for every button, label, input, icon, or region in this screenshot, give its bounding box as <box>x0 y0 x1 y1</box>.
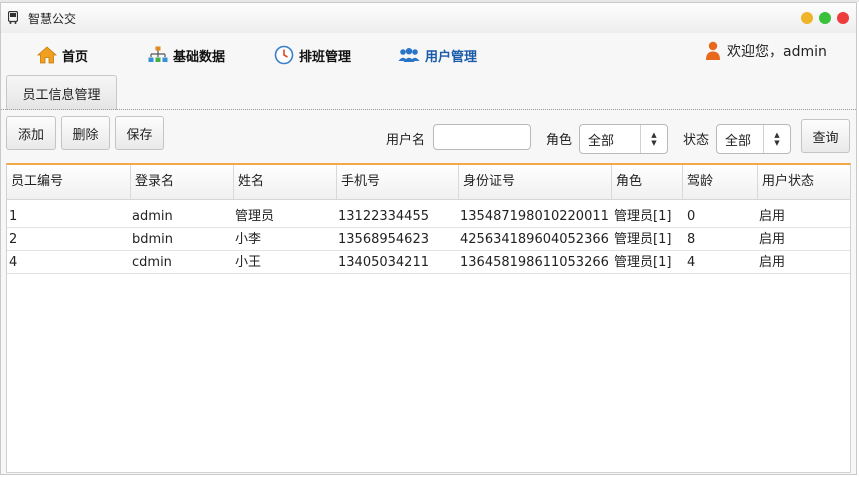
status-select[interactable]: 全部 ▲ ▼ <box>716 124 791 154</box>
title-bar[interactable]: 智慧公交 <box>1 3 856 33</box>
nav-shift-management-label: 排班管理 <box>299 49 352 65</box>
cell-phone: 13568954623 <box>338 232 429 247</box>
cell-phone: 13405034211 <box>338 255 429 270</box>
query-button[interactable]: 查询 <box>801 119 850 153</box>
cell-role: 管理员[1] <box>614 255 672 270</box>
welcome-text: 欢迎您，admin <box>727 44 827 60</box>
maximize-button[interactable] <box>819 12 831 24</box>
minimize-button[interactable] <box>801 12 813 24</box>
cell-employee-id: 1 <box>9 209 18 224</box>
status-label: 状态 <box>683 133 710 148</box>
cell-phone: 13122334455 <box>338 209 429 224</box>
nav-home-label: 首页 <box>62 49 89 65</box>
cell-name: 管理员 <box>235 209 275 224</box>
column-header-role[interactable]: 角色 <box>611 165 682 199</box>
tab-employee-info[interactable]: 员工信息管理 <box>6 75 117 110</box>
table-header: 员工编号 登录名 姓名 手机号 身份证号 角色 驾龄 用户状态 <box>7 165 850 200</box>
role-label: 角色 <box>546 133 573 148</box>
updown-arrow-icon: ▲ ▼ <box>763 125 790 153</box>
cell-driving-years: 8 <box>687 232 696 247</box>
nav-shift-management[interactable]: 排班管理 <box>274 44 351 66</box>
cell-driving-years: 4 <box>687 255 696 270</box>
app-window: 智慧公交 首页 基础数据 排班管理 用户管理 欢迎您，admin 员工信息管理 … <box>0 2 857 475</box>
delete-button[interactable]: 删除 <box>61 116 110 150</box>
window-title: 智慧公交 <box>28 12 77 26</box>
cell-role: 管理员[1] <box>614 232 672 247</box>
cell-name: 小李 <box>235 232 262 247</box>
column-header-user-status[interactable]: 用户状态 <box>757 165 850 199</box>
cell-id-number: 425634189604052366 <box>460 232 609 247</box>
hierarchy-icon <box>148 46 168 62</box>
add-button[interactable]: 添加 <box>6 116 56 150</box>
cell-login-name: bdmin <box>132 232 174 247</box>
close-button[interactable] <box>837 12 849 24</box>
nav-basic-data[interactable]: 基础数据 <box>148 44 225 66</box>
cell-employee-id: 4 <box>9 255 18 270</box>
cell-id-number: 135487198010220011 <box>460 209 609 224</box>
nav-user-management-label: 用户管理 <box>425 49 478 65</box>
table-row[interactable]: 1 admin 管理员 13122334455 1354871980102200… <box>7 205 850 228</box>
save-button[interactable]: 保存 <box>115 116 164 150</box>
home-icon <box>37 46 57 64</box>
column-header-phone[interactable]: 手机号 <box>336 165 458 199</box>
cell-driving-years: 0 <box>687 209 696 224</box>
nav-user-management[interactable]: 用户管理 <box>398 44 477 66</box>
column-header-employee-id[interactable]: 员工编号 <box>7 165 130 199</box>
column-header-driving-years[interactable]: 驾龄 <box>682 165 757 199</box>
user-icon <box>706 41 720 60</box>
cell-role: 管理员[1] <box>614 209 672 224</box>
cell-user-status: 启用 <box>759 255 786 270</box>
tab-divider <box>1 109 856 110</box>
cell-login-name: admin <box>132 209 173 224</box>
column-header-id-number[interactable]: 身份证号 <box>458 165 611 199</box>
bus-icon <box>8 11 18 24</box>
status-select-value: 全部 <box>725 133 752 149</box>
employee-table: 员工编号 登录名 姓名 手机号 身份证号 角色 驾龄 用户状态 1 admin … <box>6 163 851 473</box>
users-icon <box>398 48 420 62</box>
clock-icon <box>274 45 294 65</box>
role-select[interactable]: 全部 ▲ ▼ <box>579 124 668 154</box>
cell-id-number: 136458198611053266 <box>460 255 609 270</box>
cell-name: 小王 <box>235 255 262 270</box>
nav-home[interactable]: 首页 <box>37 44 88 66</box>
role-select-value: 全部 <box>588 133 615 149</box>
column-header-name[interactable]: 姓名 <box>233 165 336 199</box>
updown-arrow-icon: ▲ ▼ <box>640 125 667 153</box>
username-label: 用户名 <box>386 133 426 148</box>
cell-login-name: cdmin <box>132 255 172 270</box>
table-row[interactable]: 2 bdmin 小李 13568954623 42563418960405236… <box>7 228 850 251</box>
table-row[interactable]: 4 cdmin 小王 13405034211 13645819861105326… <box>7 251 850 274</box>
cell-employee-id: 2 <box>9 232 18 247</box>
user-greeting: 欢迎您，admin <box>705 40 827 62</box>
username-input[interactable] <box>433 124 531 150</box>
column-header-login-name[interactable]: 登录名 <box>130 165 233 199</box>
nav-basic-data-label: 基础数据 <box>173 49 226 65</box>
cell-user-status: 启用 <box>759 209 786 224</box>
cell-user-status: 启用 <box>759 232 786 247</box>
